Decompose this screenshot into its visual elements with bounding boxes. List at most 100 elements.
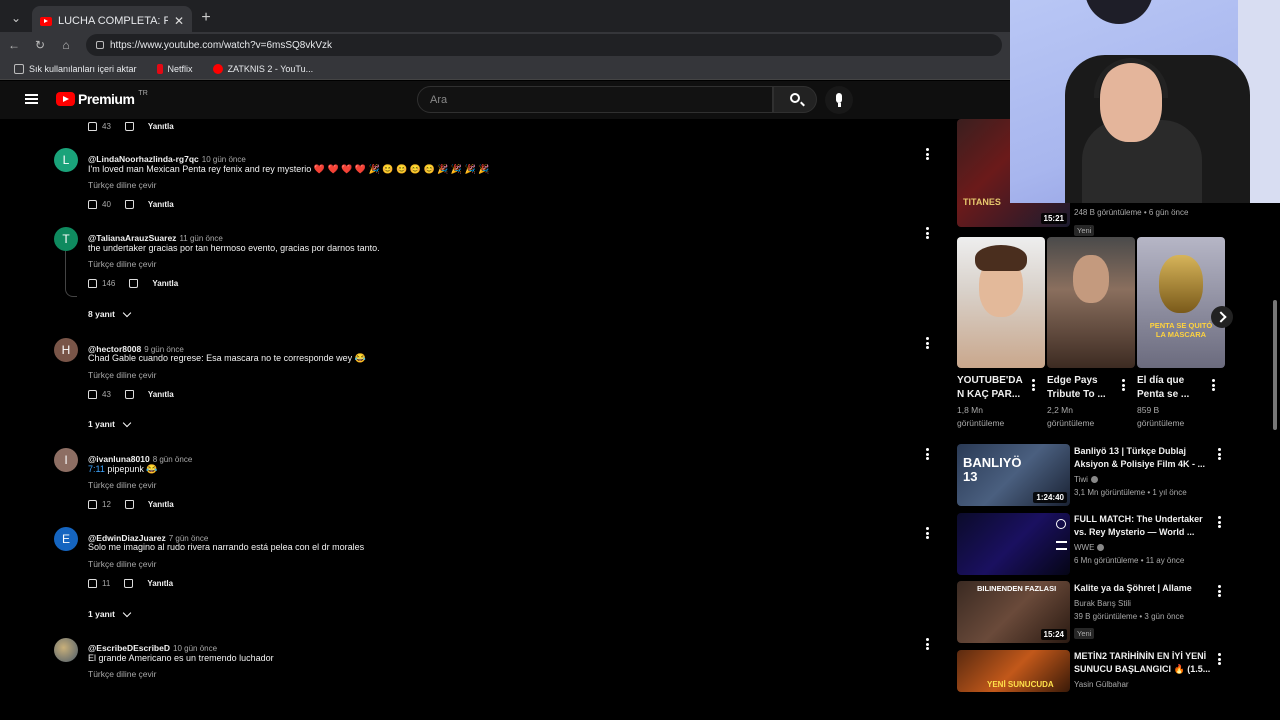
avatar[interactable]: H [54, 338, 78, 362]
video-thumbnail[interactable]: BILINENDEN FAZLASI 15:24 [957, 581, 1070, 643]
bookmark-youtube[interactable]: ZATKNIS 2 - YouTu... [212, 63, 313, 74]
replies-toggle[interactable]: 1 yanıt [88, 608, 132, 619]
comment-time[interactable]: 8 gün önce [153, 455, 193, 464]
comment-author[interactable]: @ivanluna8010 [88, 454, 150, 464]
short-more-icon[interactable] [1122, 379, 1125, 393]
like-icon[interactable] [88, 279, 97, 288]
short-thumbnail[interactable]: PENTA SE QUITÓ LA MÁSCARA [1137, 237, 1225, 368]
back-icon[interactable]: ← [8, 38, 20, 52]
tab-close-icon[interactable]: ✕ [174, 14, 184, 28]
bookmark-import[interactable]: Sık kullanılanları içeri aktar [14, 63, 137, 74]
short-thumbnail[interactable] [1047, 237, 1135, 368]
video-meta: 3,1 Mn görüntüleme • 1 yıl önce [1074, 488, 1187, 497]
dislike-icon[interactable] [124, 390, 134, 399]
video-meta: 6 Mn görüntüleme • 11 ay önce [1074, 556, 1185, 565]
channel-name[interactable]: Yasin Gülbahar [1074, 678, 1214, 691]
new-badge: Yeni [1074, 225, 1095, 236]
comment-author[interactable]: @TalianaArauzSuarez [88, 233, 176, 243]
page-scrollbar[interactable] [1273, 300, 1277, 430]
search-input[interactable]: Ara [417, 86, 773, 113]
video-more-icon[interactable] [1218, 448, 1221, 462]
reply-button[interactable]: Yanıtla [148, 200, 174, 209]
comment-author[interactable]: @EscribeDEscribeD [88, 643, 170, 653]
comment-more-icon[interactable] [926, 448, 930, 462]
channel-name[interactable]: Tiwi [1074, 475, 1088, 484]
translate-link[interactable]: Türkçe diline çevir [88, 480, 157, 490]
video-more-icon[interactable] [1218, 585, 1221, 599]
search-button[interactable] [773, 86, 817, 113]
replies-toggle[interactable]: 1 yanıt [88, 418, 132, 429]
short-info[interactable]: YOUTUBE'DA N KAÇ PAR... 1,8 Mn görüntüle… [957, 374, 1035, 430]
comment-more-icon[interactable] [926, 148, 930, 162]
avatar[interactable]: I [54, 448, 78, 472]
like-icon[interactable] [88, 390, 97, 399]
video-info[interactable]: Kalite ya da Şöhret | Allame Burak Barış… [1074, 582, 1214, 641]
short-thumbnail[interactable] [957, 237, 1045, 368]
video-more-icon[interactable] [1218, 653, 1221, 667]
reply-button[interactable]: Yanıtla [148, 390, 174, 399]
voice-search-button[interactable] [825, 86, 853, 114]
short-more-icon[interactable] [1212, 379, 1215, 393]
avatar[interactable] [54, 638, 78, 662]
avatar[interactable]: E [54, 527, 78, 551]
shorts-next-arrow-icon[interactable] [1211, 306, 1233, 328]
dislike-icon[interactable] [124, 579, 134, 588]
comment-more-icon[interactable] [926, 638, 930, 652]
reply-button[interactable]: Yanıtla [152, 279, 178, 288]
like-icon[interactable] [88, 122, 97, 131]
comment-more-icon[interactable] [926, 337, 930, 351]
reply-button[interactable]: Yanıtla [147, 579, 173, 588]
new-tab-icon[interactable]: + [192, 9, 220, 27]
translate-link[interactable]: Türkçe diline çevir [88, 559, 157, 569]
home-icon[interactable]: ⌂ [60, 38, 72, 52]
channel-name[interactable]: Burak Barış Stili [1074, 597, 1214, 610]
video-thumbnail[interactable] [957, 513, 1070, 575]
comment-text: Solo me imagino al rudo rivera narrando … [88, 542, 365, 552]
comment-time[interactable]: 11 gün önce [179, 234, 222, 243]
watch-later-icon[interactable] [1056, 519, 1066, 529]
tab-search-icon[interactable]: ⌄ [0, 0, 32, 36]
reply-button[interactable]: Yanıtla [148, 500, 174, 509]
comment-more-icon[interactable] [926, 527, 930, 541]
video-info[interactable]: METİN2 TARİHİNİN EN İYİ YENİ SUNUCU BAŞL… [1074, 650, 1214, 691]
youtube-play-icon [56, 92, 75, 106]
replies-toggle[interactable]: 8 yanıt [88, 308, 132, 319]
video-duration: 1:24:40 [1033, 492, 1067, 503]
youtube-premium-logo[interactable]: Premium TR [56, 90, 148, 107]
video-info[interactable]: FULL MATCH: The Undertaker vs. Rey Myste… [1074, 513, 1214, 567]
like-icon[interactable] [88, 500, 97, 509]
like-icon[interactable] [88, 579, 97, 588]
short-info[interactable]: Edge Pays Tribute To ... 2,2 Mn görüntül… [1047, 374, 1125, 430]
dislike-icon[interactable] [124, 200, 134, 209]
avatar[interactable]: L [54, 148, 78, 172]
short-info[interactable]: El día que Penta se ... 859 B görüntülem… [1137, 374, 1215, 430]
video-timestamp-link[interactable]: 7:11 [88, 464, 105, 474]
comment-time[interactable]: 10 gün önce [202, 155, 246, 164]
avatar[interactable]: T [54, 227, 78, 251]
comment-more-icon[interactable] [926, 227, 930, 241]
reply-button[interactable]: Yanıtla [148, 122, 174, 131]
translate-link[interactable]: Türkçe diline çevir [88, 180, 157, 190]
video-more-icon[interactable] [1218, 516, 1221, 530]
comment-time[interactable]: 10 gün önce [173, 644, 217, 653]
comment-author[interactable]: @LindaNoorhazlinda-rg7qc [88, 154, 199, 164]
video-info[interactable]: Banliyö 13 | Türkçe Dublaj Aksiyon & Pol… [1074, 445, 1214, 499]
reload-icon[interactable]: ↻ [34, 38, 46, 52]
site-info-icon[interactable] [96, 41, 104, 49]
translate-link[interactable]: Türkçe diline çevir [88, 370, 157, 380]
short-more-icon[interactable] [1032, 379, 1035, 393]
video-thumbnail[interactable]: YENİ SUNUCUDA [957, 650, 1070, 692]
dislike-icon[interactable] [129, 279, 139, 288]
chevron-down-icon [122, 308, 132, 317]
dislike-icon[interactable] [124, 122, 134, 131]
add-to-queue-icon[interactable] [1056, 541, 1067, 550]
channel-name[interactable]: WWE [1074, 543, 1094, 552]
like-icon[interactable] [88, 200, 97, 209]
bookmark-netflix[interactable]: Netflix [156, 63, 193, 74]
dislike-icon[interactable] [124, 500, 134, 509]
menu-icon[interactable] [25, 94, 38, 104]
translate-link[interactable]: Türkçe diline çevir [88, 669, 157, 679]
video-thumbnail[interactable]: BANLIYÖ 13 1:24:40 [957, 444, 1070, 506]
url-bar[interactable]: https://www.youtube.com/watch?v=6msSQ8vk… [86, 34, 1002, 56]
translate-link[interactable]: Türkçe diline çevir [88, 259, 157, 269]
